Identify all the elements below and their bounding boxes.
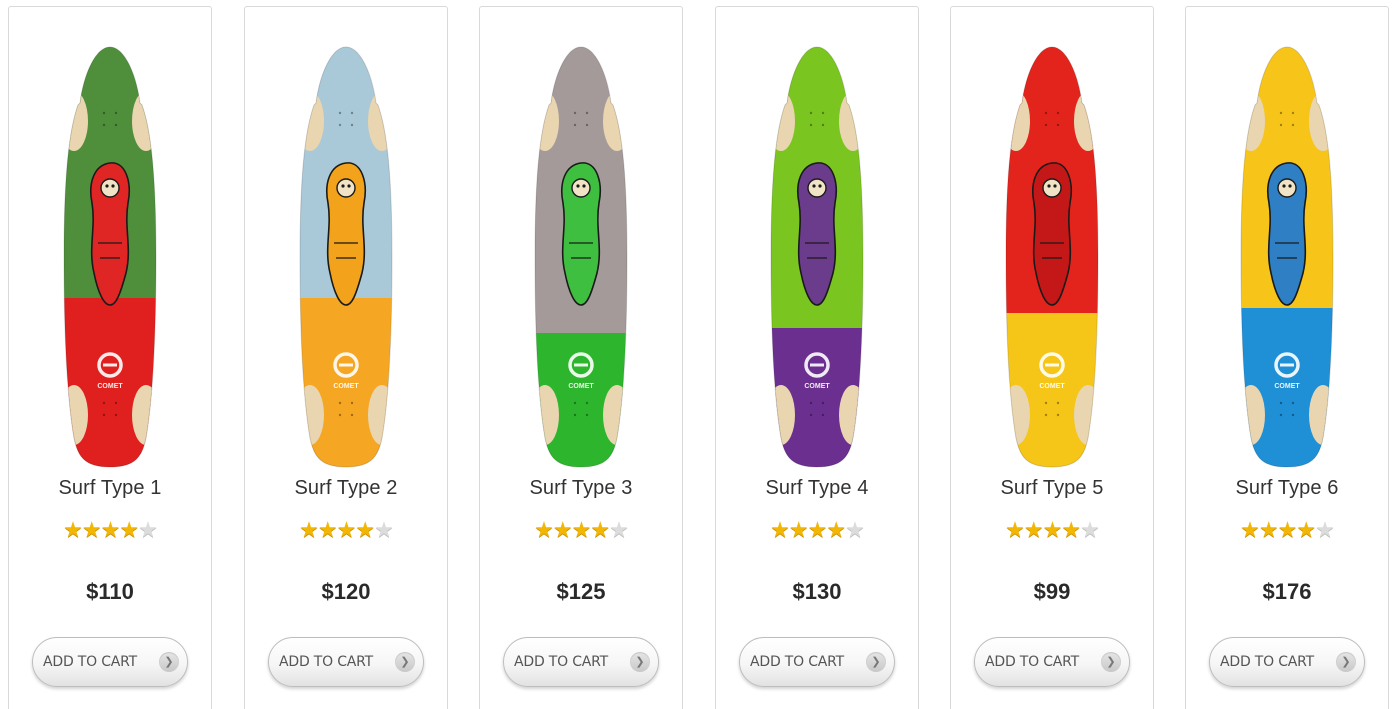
star-icon: ★ — [534, 517, 554, 542]
star-icon: ★ — [1315, 517, 1335, 542]
product-card: COMET Surf Type 6 ★★★★★ $176 ADD TO CART… — [1185, 6, 1389, 709]
star-icon: ★ — [845, 517, 865, 542]
add-to-cart-button[interactable]: ADD TO CART ❯ — [739, 637, 895, 687]
rating-stars: ★★★★★ — [9, 518, 211, 542]
rating-stars: ★★★★★ — [716, 518, 918, 542]
star-icon: ★ — [81, 517, 102, 542]
svg-text:COMET: COMET — [1274, 383, 1300, 390]
rating-stars: ★★★★★ — [1186, 518, 1388, 542]
chevron-right-icon: ❯ — [1101, 652, 1121, 672]
product-name[interactable]: Surf Type 5 — [951, 477, 1153, 500]
star-icon: ★ — [1277, 517, 1298, 542]
star-icon: ★ — [100, 517, 121, 542]
star-icon: ★ — [552, 517, 573, 542]
star-icon: ★ — [1296, 517, 1316, 542]
product-price: $99 — [1033, 579, 1071, 604]
add-to-cart-button[interactable]: ADD TO CART ❯ — [974, 637, 1130, 687]
add-to-cart-label: ADD TO CART — [514, 654, 609, 670]
chevron-right-icon: ❯ — [866, 652, 886, 672]
star-icon: ★ — [138, 517, 158, 542]
svg-text:COMET: COMET — [804, 383, 830, 390]
product-image[interactable]: COMET — [1002, 43, 1102, 473]
star-icon: ★ — [770, 517, 790, 542]
chevron-right-icon: ❯ — [630, 652, 650, 672]
skateboard-deck: COMET — [64, 47, 156, 467]
star-icon: ★ — [1061, 517, 1081, 542]
svg-text:COMET: COMET — [97, 383, 123, 390]
rating-stars: ★★★★★ — [245, 518, 447, 542]
product-image[interactable]: COMET — [767, 43, 867, 473]
chevron-right-icon: ❯ — [395, 652, 415, 672]
chevron-right-icon: ❯ — [159, 652, 179, 672]
product-grid: COMET Surf Type 1 ★★★★★ $110 ADD TO CART… — [0, 0, 1394, 709]
product-card: COMET Surf Type 5 ★★★★★ $99 ADD TO CART … — [950, 6, 1154, 709]
skateboard-deck: COMET — [1006, 47, 1098, 467]
star-icon: ★ — [1005, 517, 1025, 542]
star-icon: ★ — [336, 517, 357, 542]
product-card: COMET Surf Type 4 ★★★★★ $130 ADD TO CART… — [715, 6, 919, 709]
star-icon: ★ — [1240, 517, 1260, 542]
star-icon: ★ — [119, 517, 139, 542]
product-name[interactable]: Surf Type 2 — [245, 477, 447, 500]
product-card: COMET Surf Type 2 ★★★★★ $120 ADD TO CART… — [244, 6, 448, 709]
rating-stars: ★★★★★ — [480, 518, 682, 542]
star-icon: ★ — [63, 517, 83, 542]
star-icon: ★ — [355, 517, 375, 542]
add-to-cart-label: ADD TO CART — [43, 654, 138, 670]
product-name[interactable]: Surf Type 3 — [480, 477, 682, 500]
star-icon: ★ — [609, 517, 629, 542]
star-icon: ★ — [788, 517, 809, 542]
skateboard-deck: COMET — [1241, 47, 1333, 467]
product-image[interactable]: COMET — [531, 43, 631, 473]
add-to-cart-label: ADD TO CART — [279, 654, 374, 670]
star-icon: ★ — [299, 517, 319, 542]
product-price: $110 — [86, 579, 134, 604]
chevron-right-icon: ❯ — [1336, 652, 1356, 672]
star-icon: ★ — [571, 517, 592, 542]
svg-text:COMET: COMET — [1039, 383, 1065, 390]
star-icon: ★ — [317, 517, 338, 542]
skateboard-deck: COMET — [300, 47, 392, 467]
add-to-cart-label: ADD TO CART — [750, 654, 845, 670]
product-price: $176 — [1262, 579, 1312, 604]
star-icon: ★ — [590, 517, 610, 542]
product-image[interactable]: COMET — [60, 43, 160, 473]
skateboard-deck: COMET — [535, 47, 627, 467]
add-to-cart-button[interactable]: ADD TO CART ❯ — [32, 637, 188, 687]
star-icon: ★ — [1042, 517, 1063, 542]
star-icon: ★ — [374, 517, 394, 542]
rating-stars: ★★★★★ — [951, 518, 1153, 542]
svg-text:COMET: COMET — [568, 383, 594, 390]
product-image[interactable]: COMET — [1237, 43, 1337, 473]
product-price: $130 — [792, 579, 842, 604]
star-icon: ★ — [1258, 517, 1279, 542]
product-name[interactable]: Surf Type 6 — [1186, 477, 1388, 500]
product-name[interactable]: Surf Type 1 — [9, 477, 211, 500]
product-image[interactable]: COMET — [296, 43, 396, 473]
product-price: $125 — [556, 579, 606, 604]
product-price: $120 — [321, 579, 371, 604]
svg-text:COMET: COMET — [333, 383, 359, 390]
add-to-cart-button[interactable]: ADD TO CART ❯ — [503, 637, 659, 687]
add-to-cart-button[interactable]: ADD TO CART ❯ — [1209, 637, 1365, 687]
skateboard-deck: COMET — [771, 47, 863, 467]
star-icon: ★ — [1080, 517, 1100, 542]
add-to-cart-button[interactable]: ADD TO CART ❯ — [268, 637, 424, 687]
star-icon: ★ — [807, 517, 828, 542]
add-to-cart-label: ADD TO CART — [985, 654, 1080, 670]
add-to-cart-label: ADD TO CART — [1220, 654, 1315, 670]
star-icon: ★ — [826, 517, 846, 542]
star-icon: ★ — [1023, 517, 1044, 542]
product-card: COMET Surf Type 1 ★★★★★ $110 ADD TO CART… — [8, 6, 212, 709]
product-name[interactable]: Surf Type 4 — [716, 477, 918, 500]
product-card: COMET Surf Type 3 ★★★★★ $125 ADD TO CART… — [479, 6, 683, 709]
